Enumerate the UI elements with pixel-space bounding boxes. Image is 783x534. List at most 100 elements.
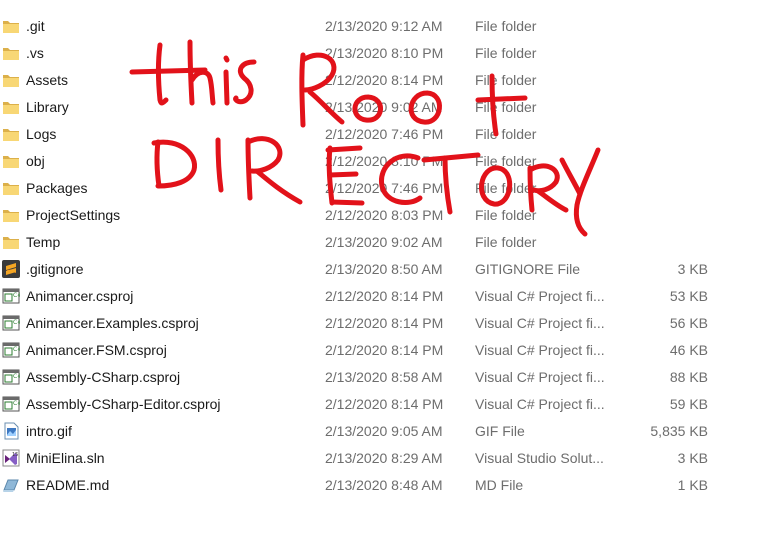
file-row[interactable]: obj 2/12/2020 8:10 PM File folder — [0, 148, 783, 175]
file-row[interactable]: Logs 2/12/2020 7:46 PM File folder — [0, 121, 783, 148]
file-row[interactable]: .git 2/13/2020 9:12 AM File folder — [0, 13, 783, 40]
file-row[interactable]: C# Assembly-CSharp-Editor.csproj 2/12/2020… — [0, 391, 783, 418]
file-name: .git — [26, 18, 45, 34]
file-row[interactable]: C# Animancer.csproj 2/12/2020 8:14 PM Visua… — [0, 283, 783, 310]
file-type: File folder — [475, 180, 537, 196]
date-modified: 2/12/2020 7:46 PM — [325, 180, 444, 196]
image-file-icon — [2, 422, 20, 440]
file-row[interactable]: Packages 2/12/2020 7:46 PM File folder — [0, 175, 783, 202]
date-modified: 2/13/2020 9:05 AM — [325, 423, 443, 439]
file-type: File folder — [475, 126, 537, 142]
date-modified: 2/12/2020 8:03 PM — [325, 207, 444, 223]
svg-text:15: 15 — [12, 452, 18, 458]
svg-text:C#: C# — [13, 400, 20, 407]
file-list-view: .git 2/13/2020 9:12 AM File folder .vs 2/13/… — [0, 0, 783, 534]
folder-icon — [2, 152, 20, 170]
file-name: Animancer.csproj — [26, 288, 134, 304]
file-name: Logs — [26, 126, 57, 142]
file-name: Animancer.Examples.csproj — [26, 315, 199, 331]
file-name: README.md — [26, 477, 110, 493]
file-name: MiniElina.sln — [26, 450, 105, 466]
file-size: 1 KB — [677, 477, 708, 493]
file-row[interactable]: .gitignore 2/13/2020 8:50 AM GITIGNORE Fil… — [0, 256, 783, 283]
file-row[interactable]: intro.gif 2/13/2020 9:05 AM GIF File 5,835 … — [0, 418, 783, 445]
file-name: Animancer.FSM.csproj — [26, 342, 167, 358]
file-type: GITIGNORE File — [475, 261, 581, 277]
folder-icon — [2, 44, 20, 62]
date-modified: 2/12/2020 8:10 PM — [325, 153, 444, 169]
file-row[interactable]: ProjectSettings 2/12/2020 8:03 PM File fol… — [0, 202, 783, 229]
file-size: 56 KB — [669, 315, 708, 331]
file-name: .vs — [26, 45, 44, 61]
file-size: 59 KB — [669, 396, 708, 412]
csproj-file-icon: C# — [2, 287, 20, 305]
date-modified: 2/12/2020 8:14 PM — [325, 288, 444, 304]
file-name: .gitignore — [26, 261, 84, 277]
file-row[interactable]: Assets 2/12/2020 8:14 PM File folder — [0, 67, 783, 94]
svg-text:C#: C# — [13, 292, 20, 299]
svg-text:C#: C# — [13, 319, 20, 326]
date-modified: 2/13/2020 8:58 AM — [325, 369, 443, 385]
file-size: 5,835 KB — [650, 423, 708, 439]
sublime-text-icon — [2, 260, 20, 278]
file-name: Assets — [26, 72, 69, 88]
file-name: ProjectSettings — [26, 207, 121, 223]
date-modified: 2/13/2020 9:02 AM — [325, 99, 443, 115]
file-type: File folder — [475, 18, 537, 34]
folder-icon — [2, 125, 20, 143]
date-modified: 2/13/2020 8:48 AM — [325, 477, 443, 493]
date-modified: 2/13/2020 9:02 AM — [325, 234, 443, 250]
file-row[interactable]: .vs 2/13/2020 8:10 PM File folder — [0, 40, 783, 67]
markdown-file-icon — [2, 476, 20, 494]
file-name: Assembly-CSharp.csproj — [26, 369, 181, 385]
file-type: MD File — [475, 477, 524, 493]
date-modified: 2/13/2020 9:12 AM — [325, 18, 443, 34]
file-type: File folder — [475, 207, 537, 223]
file-row[interactable]: Library 2/13/2020 9:02 AM File folder — [0, 94, 783, 121]
csproj-file-icon: C# — [2, 395, 20, 413]
file-row[interactable]: C# Assembly-CSharp.csproj 2/13/2020 8:58 A… — [0, 364, 783, 391]
file-type: File folder — [475, 99, 537, 115]
file-name: Packages — [26, 180, 88, 196]
file-row[interactable]: C# Animancer.Examples.csproj 2/12/2020 8:1… — [0, 310, 783, 337]
file-name: intro.gif — [26, 423, 72, 439]
svg-text:C#: C# — [13, 346, 20, 353]
folder-icon — [2, 179, 20, 197]
date-modified: 2/12/2020 8:14 PM — [325, 396, 444, 412]
csproj-file-icon: C# — [2, 368, 20, 386]
file-size: 53 KB — [669, 288, 708, 304]
folder-icon — [2, 71, 20, 89]
date-modified: 2/12/2020 8:14 PM — [325, 342, 444, 358]
date-modified: 2/13/2020 8:10 PM — [325, 45, 444, 61]
file-type: GIF File — [475, 423, 525, 439]
date-modified: 2/13/2020 8:29 AM — [325, 450, 443, 466]
file-size: 88 KB — [669, 369, 708, 385]
file-type: Visual C# Project fi... — [475, 369, 605, 385]
file-name: Assembly-CSharp-Editor.csproj — [26, 396, 221, 412]
folder-icon — [2, 17, 20, 35]
csproj-file-icon: C# — [2, 314, 20, 332]
svg-text:C#: C# — [13, 373, 20, 380]
file-type: Visual C# Project fi... — [475, 396, 605, 412]
date-modified: 2/12/2020 8:14 PM — [325, 315, 444, 331]
date-modified: 2/12/2020 7:46 PM — [325, 126, 444, 142]
file-row[interactable]: README.md 2/13/2020 8:48 AM MD File 1 KB — [0, 472, 783, 499]
folder-icon — [2, 206, 20, 224]
file-size: 3 KB — [677, 261, 708, 277]
file-type: File folder — [475, 45, 537, 61]
file-size: 3 KB — [677, 450, 708, 466]
file-size: 46 KB — [669, 342, 708, 358]
file-name: Temp — [26, 234, 61, 250]
file-name: obj — [26, 153, 45, 169]
file-type: File folder — [475, 234, 537, 250]
file-name: Library — [26, 99, 69, 115]
file-type: Visual C# Project fi... — [475, 288, 605, 304]
file-row[interactable]: 15 MiniElina.sln 2/13/2020 8:29 AM Visual S… — [0, 445, 783, 472]
file-type: Visual C# Project fi... — [475, 315, 605, 331]
file-type: Visual Studio Solut... — [475, 450, 604, 466]
file-row[interactable]: Temp 2/13/2020 9:02 AM File folder — [0, 229, 783, 256]
csproj-file-icon: C# — [2, 341, 20, 359]
folder-icon — [2, 233, 20, 251]
file-row[interactable]: C# Animancer.FSM.csproj 2/12/2020 8:14 PM V… — [0, 337, 783, 364]
date-modified: 2/13/2020 8:50 AM — [325, 261, 443, 277]
